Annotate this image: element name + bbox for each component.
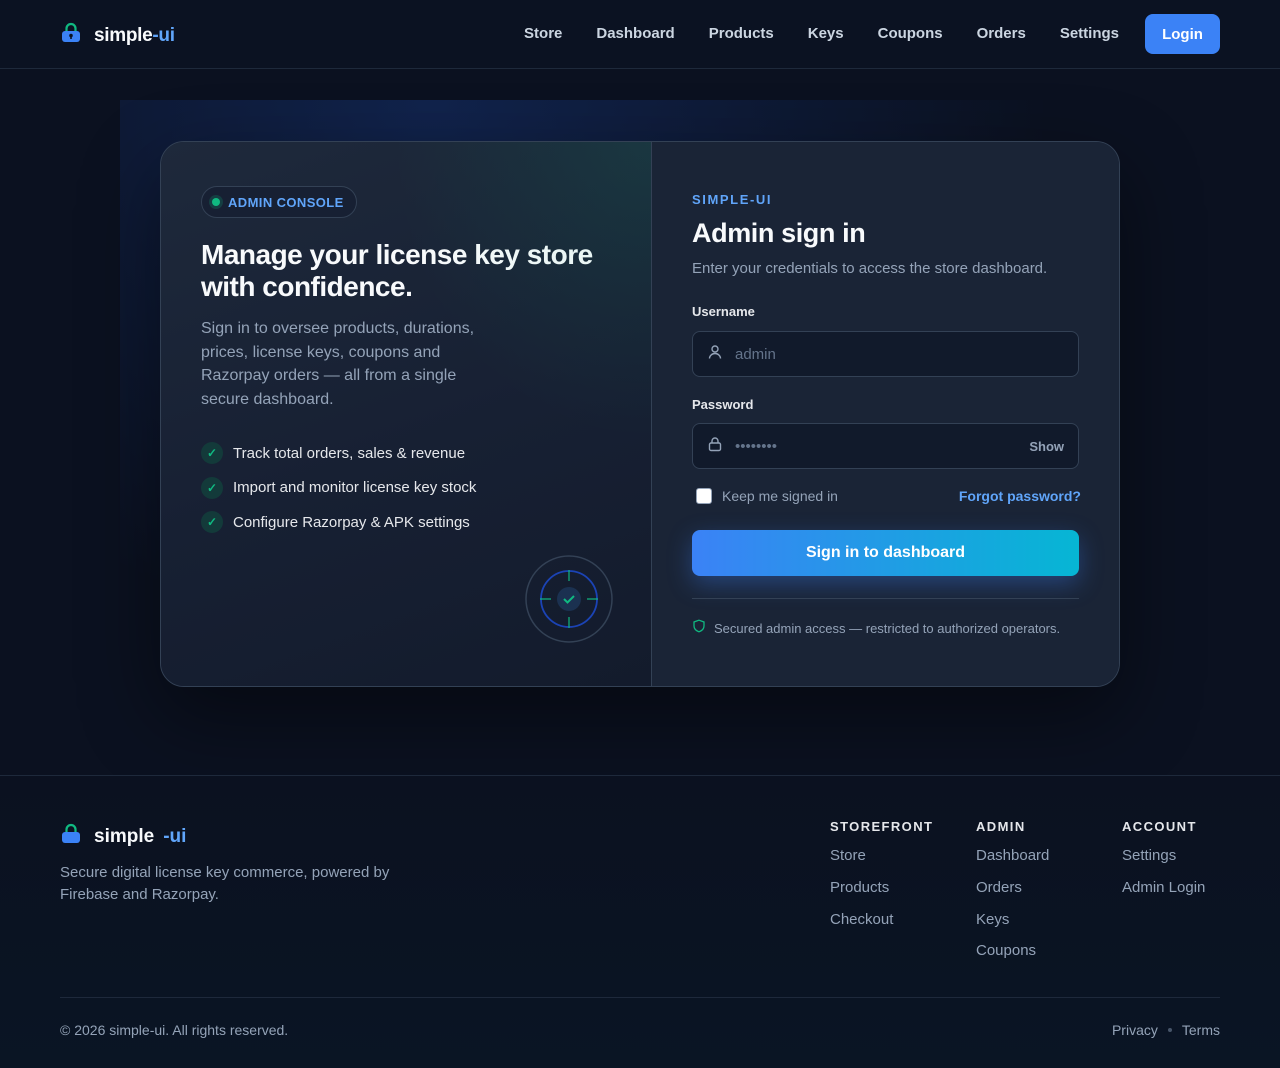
footer-link-store[interactable]: Store — [830, 847, 933, 879]
signin-card: ADMIN CONSOLE Manage your license key st… — [160, 141, 1120, 687]
target-check-icon — [525, 555, 613, 643]
badge-label: ADMIN CONSOLE — [228, 194, 344, 210]
footer-link-keys[interactable]: Keys — [976, 911, 1049, 943]
footer-brand[interactable]: simple -ui — [60, 823, 186, 850]
divider — [692, 598, 1079, 599]
footer-col-account: ACCOUNT Settings Admin Login — [1122, 819, 1205, 911]
nav-coupons[interactable]: Coupons — [878, 14, 943, 54]
status-dot-icon — [212, 198, 220, 206]
main-nav: Store Dashboard Products Keys Coupons Or… — [524, 14, 1220, 54]
nav-settings[interactable]: Settings — [1060, 14, 1119, 54]
feature-list: ✓ Track total orders, sales & revenue ✓ … — [201, 436, 476, 540]
site-footer: simple -ui Secure digital license key co… — [0, 775, 1280, 1068]
feature-text: Configure Razorpay & APK settings — [233, 513, 470, 531]
check-icon: ✓ — [201, 511, 223, 534]
check-icon: ✓ — [201, 442, 223, 465]
feature-text: Import and monitor license key stock — [233, 479, 477, 497]
user-icon — [707, 344, 723, 365]
form-subtitle: Enter your credentials to access the sto… — [692, 260, 1048, 277]
lock-bag-icon — [60, 22, 82, 49]
form-title: Admin sign in — [692, 218, 866, 248]
login-button[interactable]: Login — [1145, 14, 1220, 54]
hero-panel: ADMIN CONSOLE Manage your license key st… — [161, 142, 652, 686]
remember-checkbox[interactable] — [696, 488, 712, 504]
nav-products[interactable]: Products — [709, 14, 774, 54]
signin-button[interactable]: Sign in to dashboard — [692, 530, 1079, 576]
username-field[interactable] — [692, 331, 1079, 377]
footer-link-settings[interactable]: Settings — [1122, 847, 1205, 879]
hero-subtitle: Sign in to oversee products, durations, … — [201, 320, 475, 408]
footer-divider — [60, 997, 1220, 998]
footer-col-admin: ADMIN Dashboard Orders Keys Coupons — [976, 819, 1049, 974]
footer-col-title: ACCOUNT — [1122, 819, 1197, 834]
username-input[interactable] — [735, 345, 1064, 363]
brand-logo[interactable]: simple-ui — [60, 22, 175, 49]
shield-icon — [692, 619, 706, 638]
username-label: Username — [692, 304, 755, 319]
footer-brand-name: simple — [94, 825, 155, 847]
site-header: simple-ui Store Dashboard Products Keys … — [0, 0, 1280, 69]
dot-separator-icon — [1167, 1028, 1172, 1032]
terms-link[interactable]: Terms — [1182, 1022, 1220, 1038]
copyright: © 2026 simple-ui. All rights reserved. — [60, 1022, 289, 1038]
lock-icon — [707, 436, 723, 457]
remember-label: Keep me signed in — [722, 488, 838, 504]
signin-form: SIMPLE-UI Admin sign in Enter your crede… — [652, 142, 1119, 686]
security-note: Secured admin access — restricted to aut… — [692, 619, 1060, 638]
check-icon: ✓ — [201, 476, 223, 499]
footer-col-storefront: STOREFRONT Store Products Checkout — [830, 819, 933, 942]
remember-me[interactable]: Keep me signed in — [696, 488, 838, 504]
brand-name: simple-ui — [94, 24, 175, 46]
footer-col-title: ADMIN — [976, 819, 1026, 834]
forgot-password-link[interactable]: Forgot password? — [959, 488, 1081, 504]
footer-link-products[interactable]: Products — [830, 879, 933, 911]
show-password-button[interactable]: Show — [1029, 439, 1064, 454]
lock-bag-icon — [60, 823, 82, 850]
password-input[interactable] — [735, 437, 1030, 455]
nav-dashboard[interactable]: Dashboard — [596, 14, 674, 54]
legal-links: Privacy Terms — [1112, 1022, 1220, 1038]
feature-text: Track total orders, sales & revenue — [233, 444, 466, 462]
privacy-link[interactable]: Privacy — [1112, 1022, 1158, 1038]
feature-item: ✓ Configure Razorpay & APK settings — [201, 505, 476, 540]
footer-link-checkout[interactable]: Checkout — [830, 911, 933, 943]
password-field[interactable]: Show — [692, 423, 1079, 469]
admin-console-badge: ADMIN CONSOLE — [201, 186, 357, 218]
feature-item: ✓ Track total orders, sales & revenue — [201, 436, 476, 471]
footer-link-orders[interactable]: Orders — [976, 879, 1049, 911]
hero-title: Manage your license key store with confi… — [201, 239, 593, 302]
feature-item: ✓ Import and monitor license key stock — [201, 471, 476, 506]
nav-store[interactable]: Store — [524, 14, 562, 54]
footer-link-dashboard[interactable]: Dashboard — [976, 847, 1049, 879]
nav-keys[interactable]: Keys — [808, 14, 844, 54]
footer-tagline: Secure digital license key commerce, pow… — [60, 864, 390, 903]
footer-col-title: STOREFRONT — [830, 819, 934, 834]
footer-brand-accent: -ui — [163, 825, 187, 847]
form-eyebrow: SIMPLE-UI — [692, 192, 773, 207]
password-label: Password — [692, 397, 754, 412]
footer-link-admin-login[interactable]: Admin Login — [1122, 879, 1205, 911]
security-note-text: Secured admin access — restricted to aut… — [714, 621, 1061, 636]
nav-orders[interactable]: Orders — [977, 14, 1026, 54]
footer-link-coupons[interactable]: Coupons — [976, 942, 1049, 974]
